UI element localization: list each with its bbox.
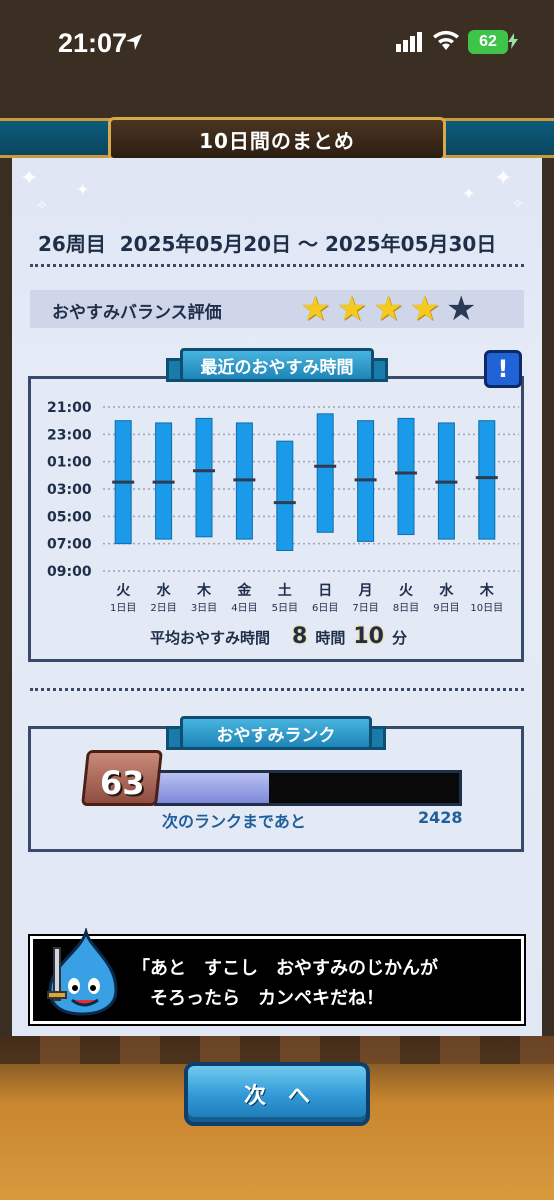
rank-section-title-text: おやすみランク: [216, 725, 336, 746]
slime-character-icon: [47, 928, 118, 1016]
avg-minutes-unit: 分: [391, 629, 407, 647]
x-day-label: 7日目: [352, 603, 378, 614]
average-sleep-line: 平均おやすみ時間 8 時間 10 分: [150, 624, 407, 649]
avg-minutes: 10: [353, 624, 384, 649]
x-weekday-label: 日: [318, 583, 332, 599]
wifi-icon: [433, 30, 459, 50]
header-plate: 10日間のまとめ: [108, 117, 446, 161]
star-rating: ★ ★ ★ ★ ★: [300, 290, 476, 328]
period-range: 26周目 2025年05月20日 ～ 2025年05月30日: [38, 232, 497, 256]
rank-section-title: おやすみランク: [180, 716, 372, 750]
x-day-label: 8日目: [393, 603, 419, 614]
sparkle-icon: ✦: [462, 184, 476, 203]
y-tick-label: 05:00: [47, 509, 92, 525]
avg-label: 平均おやすみ時間: [150, 629, 271, 647]
avg-hours: 8: [292, 624, 308, 649]
next-rank-label: 次のランクまであと: [162, 812, 306, 831]
x-weekday-label: 水: [157, 582, 172, 599]
rank-number: 63: [100, 764, 145, 802]
next-button[interactable]: 次 へ: [184, 1062, 370, 1126]
sparkle-icon: ✧: [512, 196, 524, 212]
x-weekday-label: 木: [479, 582, 495, 599]
rank-progress-fill: [157, 773, 269, 803]
sparkle-icon: ✦: [494, 166, 513, 191]
x-weekday-label: 土: [278, 582, 292, 599]
sleep-bar: [195, 417, 213, 538]
x-weekday-label: 木: [196, 582, 212, 599]
star-empty-icon: ★: [445, 289, 477, 329]
footer-trim: [0, 1036, 554, 1064]
y-tick-label: 07:00: [47, 537, 92, 553]
x-weekday-label: 金: [236, 582, 252, 599]
y-tick-label: 01:00: [47, 455, 92, 471]
x-day-label: 9日目: [433, 603, 459, 614]
sleep-section-title: 最近のおやすみ時間: [180, 348, 374, 382]
x-day-label: 4日目: [231, 603, 257, 614]
status-bar: 21:07 62: [0, 0, 554, 118]
cellular-signal-icon: [396, 32, 422, 52]
sparkle-icon: ✧: [36, 198, 48, 214]
x-day-label: 10日目: [470, 603, 503, 614]
sparkle-icon: ✦: [20, 166, 39, 191]
balance-label: おやすみバランス評価: [52, 303, 222, 323]
sleep-bar: [478, 420, 496, 540]
charging-bolt-icon: [508, 33, 518, 49]
x-weekday-label: 火: [399, 583, 414, 599]
battery-indicator: 62: [468, 30, 508, 54]
y-tick-label: 03:00: [47, 482, 92, 498]
x-day-label: 2日目: [150, 603, 176, 614]
info-button[interactable]: !: [484, 350, 522, 388]
sleep-time-chart: 21:00 23:00 01:00 03:00 05:00 07:00 09:00 火 1日目 水…: [47, 400, 519, 614]
page-title: 10日間のまとめ: [199, 128, 355, 153]
sleep-section-title-text: 最近のおやすみ時間: [200, 357, 354, 378]
star-filled-icon: ★: [409, 289, 440, 329]
avg-hours-unit: 時間: [315, 629, 346, 647]
next-rank-value: 2428: [418, 808, 463, 827]
divider: [30, 264, 524, 267]
star-filled-icon: ★: [336, 289, 367, 329]
sparkle-icon: ✦: [76, 180, 90, 199]
y-tick-label: 09:00: [47, 564, 92, 580]
x-weekday-label: 水: [439, 582, 454, 599]
status-time: 21:07: [58, 28, 128, 58]
message-text: 「あと すこし おやすみのじかんが そろったら カンペキだね！: [132, 958, 438, 1009]
x-day-label: 5日目: [272, 603, 298, 614]
star-filled-icon: ★: [372, 289, 404, 329]
sleep-bar: [316, 413, 334, 533]
x-weekday-label: 月: [358, 583, 373, 599]
balance-rating-row: おやすみバランス評価 ★ ★ ★ ★ ★: [30, 290, 524, 328]
x-day-label: 3日目: [191, 603, 217, 614]
x-day-label: 1日目: [110, 603, 136, 614]
x-day-label: 6日目: [312, 603, 338, 614]
divider: [30, 688, 524, 691]
sleep-bar: [276, 440, 294, 552]
sleep-bar: [397, 417, 415, 536]
rank-progress-bar: [154, 770, 462, 806]
x-weekday-label: 火: [116, 583, 131, 599]
sleep-chart-box: 21:00 23:00 01:00 03:00 05:00 07:00 09:00 火 1日目 水…: [28, 376, 524, 662]
y-tick-label: 23:00: [47, 427, 92, 443]
y-tick-label: 21:00: [47, 400, 92, 416]
location-arrow-icon: [126, 34, 142, 50]
star-filled-icon: ★: [300, 289, 331, 329]
